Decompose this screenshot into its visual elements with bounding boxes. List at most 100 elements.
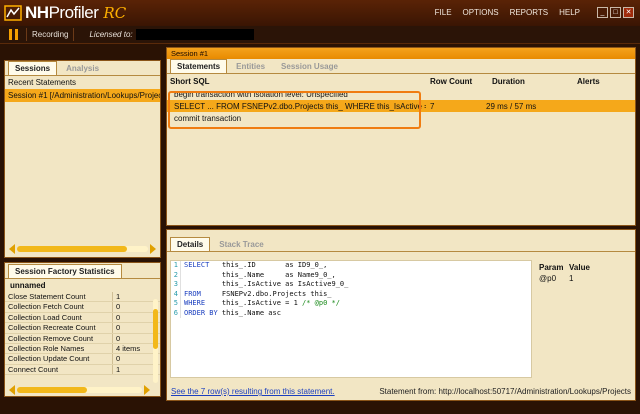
statement-row[interactable]: SELECT ... FROM FSNEPv2.dbo.Projects thi… (167, 100, 635, 112)
column-duration[interactable]: Duration (482, 77, 577, 86)
details-tabs: Details Stack Trace (167, 230, 635, 252)
scroll-thumb[interactable] (17, 387, 87, 393)
menu-file[interactable]: FILE (435, 8, 452, 17)
stat-value: 4 items (116, 343, 141, 353)
statement-duration: 29 ms / 57 ms (486, 101, 537, 111)
tab-sessions[interactable]: Sessions (8, 61, 58, 75)
toolbar-separator (73, 28, 75, 41)
window-controls: _ □ ✕ (597, 7, 634, 18)
menu-help[interactable]: HELP (559, 8, 580, 17)
statement-row-count: 7 (430, 101, 435, 111)
stat-name: Connect Count (5, 364, 113, 375)
profiler-logo-icon (4, 5, 22, 21)
sql-comment: /* @p0 */ (302, 299, 340, 307)
scroll-thumb[interactable] (153, 309, 158, 349)
scroll-right-icon[interactable] (150, 244, 156, 254)
code-line: 5 WHERE this_.IsActive = 1 /* @p0 */ (171, 299, 531, 309)
tab-details[interactable]: Details (170, 237, 211, 251)
stat-name: Collection Remove Count (5, 333, 113, 343)
stat-value: 0 (116, 302, 121, 312)
scroll-left-icon[interactable] (9, 385, 15, 395)
factory-stats-table: Close Statement Count 1 Collection Fetch C… (5, 292, 160, 376)
line-number: 1 (171, 261, 181, 271)
details-panel: Details Stack Trace 1 SELECT this_.ID as … (166, 229, 636, 401)
param-value: 1 (569, 274, 574, 283)
sql-keyword: ORDER BY (184, 308, 218, 317)
statement-row[interactable]: begin transaction with isolation level: … (167, 88, 635, 100)
column-row-count[interactable]: Row Count (422, 77, 482, 86)
sql-code-view[interactable]: 1 SELECT this_.ID as ID9_0_, 2 this_.Name … (170, 260, 532, 378)
stat-name: Collection Update Count (5, 354, 113, 364)
sessions-panel: Sessions Analysis Recent Statements Sess… (4, 60, 161, 258)
factory-tabs: Session Factory Statistics (5, 263, 160, 279)
parameter-row: @p0 1 (537, 273, 629, 284)
stat-value: 0 (116, 354, 121, 364)
tab-statements[interactable]: Statements (170, 59, 228, 73)
scroll-right-icon[interactable] (144, 385, 150, 395)
scroll-thumb[interactable] (17, 246, 127, 252)
table-row[interactable]: Connect Count 1 (5, 364, 160, 376)
sql-keyword: WHERE (184, 299, 206, 307)
statement-sql: SELECT ... FROM FSNEPv2.dbo.Projects thi… (174, 101, 426, 111)
table-row[interactable]: Collection Recreate Count 0 (5, 323, 160, 334)
code-line: 4 FROM FSNEPv2.dbo.Projects this_ (171, 289, 531, 299)
param-name: @p0 (539, 274, 557, 283)
session-factory-panel: Session Factory Statistics unnamed Close… (4, 262, 161, 397)
app-name: NHProfiler (25, 3, 99, 22)
stat-name: Collection Load Count (5, 312, 113, 323)
stat-value: 1 (116, 364, 121, 374)
parameters-table: Param Value @p0 1 (537, 262, 629, 284)
tab-stack-trace[interactable]: Stack Trace (212, 237, 270, 251)
statement-sql: commit transaction (174, 113, 242, 123)
table-row[interactable]: Collection Role Names 4 items (5, 343, 160, 355)
tab-session-usage[interactable]: Session Usage (274, 59, 345, 73)
title-bar: NHProfiler RC FILE OPTIONS REPORTS HELP … (0, 0, 640, 26)
table-row[interactable]: Collection Remove Count 0 (5, 333, 160, 344)
close-button[interactable]: ✕ (623, 7, 634, 18)
sql-keyword: SELECT (184, 261, 210, 269)
sessions-horizontal-scrollbar[interactable] (9, 244, 156, 254)
statements-list: begin transaction with isolation level: … (167, 88, 635, 124)
statements-header: Short SQL Row Count Duration Alerts (167, 74, 635, 88)
statement-row[interactable]: commit transaction (167, 112, 635, 124)
tab-entities[interactable]: Entities (229, 59, 272, 73)
statement-sql: begin transaction with isolation level: … (174, 89, 348, 99)
licensee-redacted (135, 29, 254, 40)
list-item-session-1[interactable]: Session #1 [/Administration/Lookups/Proj… (5, 89, 160, 102)
menu-reports[interactable]: REPORTS (510, 8, 549, 17)
stat-name: Collection Role Names (5, 343, 113, 354)
session-title: Session #1 (167, 48, 635, 59)
sql-keyword: FROM (184, 289, 201, 298)
column-short-sql[interactable]: Short SQL (170, 77, 422, 86)
stat-name: Collection Recreate Count (5, 323, 113, 333)
see-rows-link[interactable]: See the 7 row(s) resulting from this sta… (171, 387, 335, 396)
column-alerts[interactable]: Alerts (577, 77, 617, 86)
line-number: 6 (171, 308, 181, 318)
factory-vertical-scrollbar[interactable] (153, 299, 158, 383)
menu-options[interactable]: OPTIONS (463, 8, 499, 17)
session-panel: Session #1 Statements Entities Session U… (166, 47, 636, 226)
table-row[interactable]: Collection Fetch Count 0 (5, 302, 160, 313)
list-item-recent-statements[interactable]: Recent Statements (5, 76, 160, 89)
tab-analysis[interactable]: Analysis (59, 61, 106, 75)
stat-value: 0 (116, 323, 121, 333)
column-value: Value (569, 263, 590, 272)
minimize-button[interactable]: _ (597, 7, 608, 18)
scroll-left-icon[interactable] (9, 244, 15, 254)
factory-horizontal-scrollbar[interactable] (9, 385, 150, 395)
code-line: 6 ORDER BY this_.Name asc (171, 308, 531, 318)
tab-session-factory-statistics[interactable]: Session Factory Statistics (8, 264, 122, 278)
table-row[interactable]: Close Statement Count 1 (5, 292, 160, 303)
table-row[interactable]: Collection Load Count 0 (5, 312, 160, 324)
session-tabs: Statements Entities Session Usage (167, 59, 635, 74)
stat-name: Collection Fetch Count (5, 302, 113, 312)
code-line: 2 this_.Name as Name9_0_, (171, 270, 531, 280)
column-param: Param (539, 263, 564, 272)
pause-icon[interactable] (9, 29, 21, 40)
table-row[interactable]: Collection Update Count 0 (5, 354, 160, 365)
stat-value: 0 (116, 333, 121, 343)
maximize-button[interactable]: □ (610, 7, 621, 18)
statement-from: Statement from: http://localhost:50717/A… (379, 387, 631, 396)
sql-text: this_.Name as Name9_0_, (184, 270, 336, 279)
factory-name: unnamed (10, 281, 46, 290)
